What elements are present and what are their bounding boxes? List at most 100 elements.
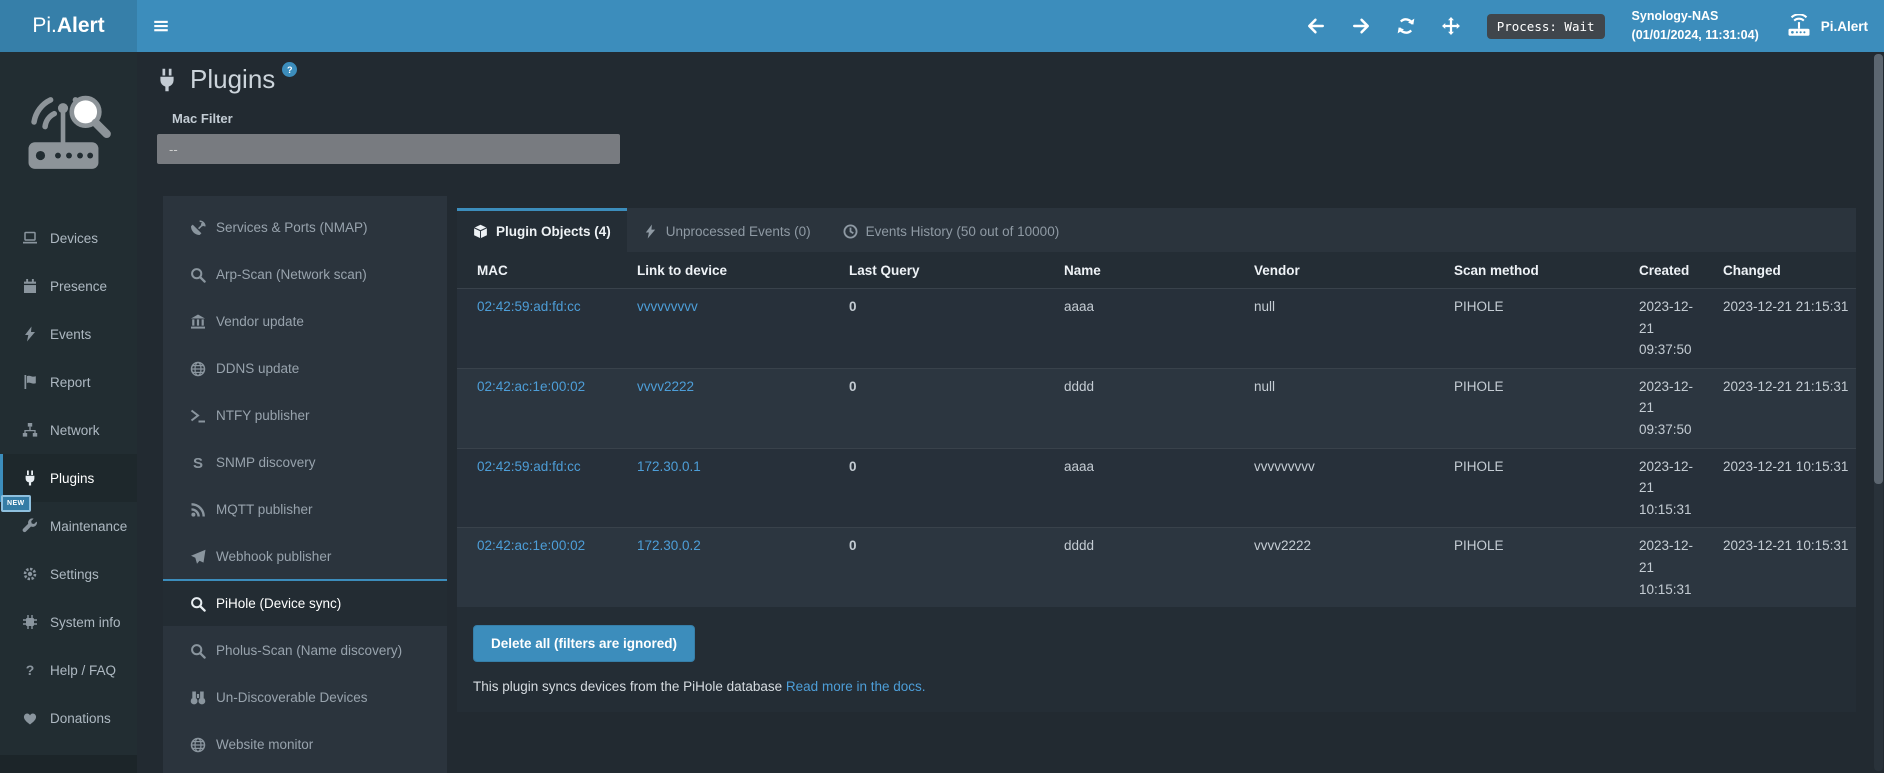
delete-all-button[interactable]: Delete all (filters are ignored) xyxy=(473,625,695,662)
plugin-item-label: Pholus-Scan (Name discovery) xyxy=(216,643,402,658)
brand-bold: Alert xyxy=(57,14,105,38)
changed-cell: 2023-12-21 21:15:31 xyxy=(1703,368,1856,448)
sidebar-item[interactable]: Network xyxy=(0,406,137,454)
sidebar-item[interactable]: ? Help / FAQ xyxy=(0,646,137,694)
plugin-objects-pane: MACLink to deviceLast QueryNameVendorSca… xyxy=(457,252,1856,712)
sidebar: Devices Presence Events Report Network P… xyxy=(0,52,137,755)
move-icon[interactable] xyxy=(1442,17,1460,35)
binoculars-icon xyxy=(190,690,207,706)
mac-link[interactable]: 02:42:59:ad:fd:cc xyxy=(477,459,581,474)
gear-icon xyxy=(22,566,40,582)
arrow-right-icon[interactable] xyxy=(1352,17,1370,35)
flag-icon xyxy=(22,374,40,390)
name-cell: dddd xyxy=(1044,528,1234,607)
sidebar-item-label: Events xyxy=(50,327,91,342)
table-row: 02:42:59:ad:fd:cc vvvvvvvvv 0 aaaa null … xyxy=(457,289,1856,369)
plugin-item-label: Arp-Scan (Network scan) xyxy=(216,267,367,282)
mac-link[interactable]: 02:42:59:ad:fd:cc xyxy=(477,299,581,314)
plugin-item-label: Un-Discoverable Devices xyxy=(216,690,368,705)
table-row: 02:42:59:ad:fd:cc 172.30.0.1 0 aaaa vvvv… xyxy=(457,448,1856,528)
vendor-cell: vvvvvvvvv xyxy=(1234,448,1434,528)
column-header: Vendor xyxy=(1234,252,1434,289)
question-icon: ? xyxy=(22,662,40,678)
created-cell: 2023-12-21 09:37:50 xyxy=(1619,289,1703,369)
plugin-item-label: SNMP discovery xyxy=(216,455,316,470)
refresh-icon[interactable] xyxy=(1397,17,1415,35)
sidebar-item[interactable]: NEW Maintenance xyxy=(0,502,137,550)
wrench-icon xyxy=(22,518,40,534)
plugin-list-item[interactable]: DDNS update xyxy=(163,344,447,391)
page-title-text: Plugins xyxy=(190,64,275,95)
plugin-list-item[interactable]: MQTT publisher xyxy=(163,485,447,532)
tab-bar: Plugin Objects (4) Unprocessed Events (0… xyxy=(457,208,1856,252)
column-header: Link to device xyxy=(617,252,829,289)
sidebar-item[interactable]: Donations xyxy=(0,694,137,742)
sidebar-item-label: Plugins xyxy=(50,471,94,486)
scan-method-cell: PIHOLE xyxy=(1434,448,1619,528)
tab-label: Events History (50 out of 10000) xyxy=(866,224,1060,239)
tab-label: Unprocessed Events (0) xyxy=(666,224,811,239)
hamburger-icon xyxy=(152,17,170,35)
plugin-list-item[interactable]: Website monitor xyxy=(163,720,447,767)
scan-method-cell: PIHOLE xyxy=(1434,289,1619,369)
sidebar-item[interactable]: Report xyxy=(0,358,137,406)
mac-filter-label: Mac Filter xyxy=(172,111,1884,126)
sidebar-item[interactable]: Events xyxy=(0,310,137,358)
scrollbar-thumb[interactable] xyxy=(1874,54,1883,484)
changed-cell: 2023-12-21 10:15:31 xyxy=(1703,528,1856,607)
tab[interactable]: Plugin Objects (4) xyxy=(457,208,627,252)
help-badge[interactable]: ? xyxy=(282,62,297,77)
plugin-list-item[interactable]: Arp-Scan (Network scan) xyxy=(163,250,447,297)
sidebar-item[interactable]: System info xyxy=(0,598,137,646)
vendor-cell: null xyxy=(1234,289,1434,369)
plugin-objects-table: MACLink to deviceLast QueryNameVendorSca… xyxy=(457,252,1856,607)
plugin-item-label: NTFY publisher xyxy=(216,408,310,423)
plugin-list-item[interactable]: Webhook publisher xyxy=(163,532,447,579)
plugin-list-item[interactable]: Vendor update xyxy=(163,297,447,344)
plugin-item-label: DDNS update xyxy=(216,361,299,376)
vendor-cell: null xyxy=(1234,368,1434,448)
mac-link[interactable]: 02:42:ac:1e:00:02 xyxy=(477,379,585,394)
calendar-icon xyxy=(22,278,40,294)
plugin-list-item[interactable]: NTFY publisher xyxy=(163,391,447,438)
device-link[interactable]: 172.30.0.1 xyxy=(637,459,701,474)
tab[interactable]: Unprocessed Events (0) xyxy=(627,208,827,252)
plugin-item-label: PiHole (Device sync) xyxy=(216,596,341,611)
process-status-badge: Process: Wait xyxy=(1487,14,1605,39)
plugin-list-item[interactable]: Un-Discoverable Devices xyxy=(163,673,447,720)
sidebar-item[interactable]: Devices xyxy=(0,214,137,262)
name-cell: dddd xyxy=(1044,368,1234,448)
last-query-cell: 0 xyxy=(829,448,1044,528)
docs-link[interactable]: Read more in the docs. xyxy=(786,679,926,694)
brand-light: Pi. xyxy=(32,14,57,38)
tab[interactable]: Events History (50 out of 10000) xyxy=(827,208,1076,252)
mac-filter-input[interactable] xyxy=(157,134,620,164)
plugin-list-item[interactable]: Services & Ports (NMAP) xyxy=(163,203,447,250)
table-row: 02:42:ac:1e:00:02 172.30.0.2 0 dddd vvvv… xyxy=(457,528,1856,607)
brand-logo[interactable]: Pi.Alert xyxy=(0,0,137,52)
plugin-list-item[interactable]: Pholus-Scan (Name discovery) xyxy=(163,626,447,673)
sidebar-bottom-strip xyxy=(0,755,137,773)
sidebar-toggle-button[interactable] xyxy=(137,0,185,52)
plugin-detail-area: Plugin Objects (4) Unprocessed Events (0… xyxy=(457,208,1856,712)
device-link[interactable]: vvvv2222 xyxy=(637,379,694,394)
plugin-list-item[interactable]: PiHole (Device sync) xyxy=(163,579,447,626)
host-name: Synology-NAS xyxy=(1632,7,1759,26)
device-link[interactable]: 172.30.0.2 xyxy=(637,538,701,553)
sidebar-item[interactable]: Settings xyxy=(0,550,137,598)
host-info: Synology-NAS (01/01/2024, 11:31:04) xyxy=(1632,7,1759,46)
sidebar-item-label: System info xyxy=(50,615,121,630)
bolt-icon xyxy=(22,326,40,342)
arrow-left-icon[interactable] xyxy=(1307,17,1325,35)
plugin-item-label: Webhook publisher xyxy=(216,549,331,564)
plugin-list-item[interactable]: S SNMP discovery xyxy=(163,438,447,485)
name-cell: aaaa xyxy=(1044,448,1234,528)
sidebar-item[interactable]: Presence xyxy=(0,262,137,310)
device-link[interactable]: vvvvvvvvv xyxy=(637,299,698,314)
column-header: Last Query xyxy=(829,252,1044,289)
changed-cell: 2023-12-21 21:15:31 xyxy=(1703,289,1856,369)
changed-cell: 2023-12-21 10:15:31 xyxy=(1703,448,1856,528)
new-badge: NEW xyxy=(1,495,31,512)
mac-link[interactable]: 02:42:ac:1e:00:02 xyxy=(477,538,585,553)
pialert-logo xyxy=(0,52,137,214)
